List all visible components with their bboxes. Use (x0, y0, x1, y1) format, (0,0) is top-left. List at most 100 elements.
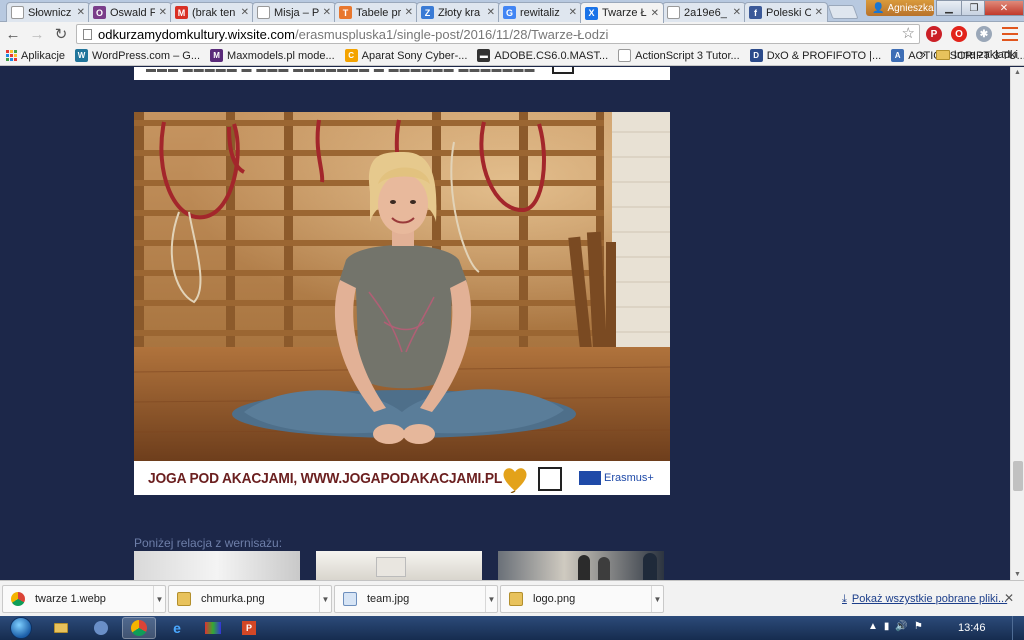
page-icon (83, 28, 92, 40)
taskbar-explorer[interactable] (44, 617, 78, 639)
tab-label: Twarze Ł (602, 7, 647, 19)
image-caption-bar: JOGA POD AKACJAMI, WWW.JOGAPODAKACJAMI.P… (134, 461, 670, 495)
tab-favicon-icon: O (93, 6, 106, 19)
gallery-thumbnail[interactable] (316, 551, 482, 580)
bookmark-item[interactable]: C Aparat Sony Cyber-... (344, 49, 467, 62)
new-tab-button[interactable] (827, 5, 859, 19)
download-menu-icon[interactable]: ▼ (651, 586, 663, 612)
browser-tab[interactable]: X Twarze Ł ✕ (580, 2, 664, 23)
scroll-up-icon[interactable]: ▲ (1014, 69, 1021, 76)
download-item[interactable]: twarze 1.webp ▼ (2, 585, 166, 613)
tab-close-icon[interactable]: ✕ (241, 7, 249, 18)
bookmark-item[interactable]: ActionScript 3 Tutor... (618, 49, 740, 62)
show-all-downloads-link[interactable]: ⤓ Pokaż wszystkie pobrane pliki... (842, 593, 1007, 606)
download-menu-icon[interactable]: ▼ (485, 586, 497, 612)
minimize-button[interactable]: ▁ (936, 0, 962, 16)
download-item[interactable]: team.jpg ▼ (334, 585, 498, 613)
back-button[interactable]: ← (2, 23, 24, 45)
browser-tab[interactable]: f Poleski O ✕ (744, 2, 828, 22)
browser-tab[interactable]: Słownicz ✕ (6, 2, 90, 22)
bookmarks-overflow-button[interactable]: » (920, 49, 926, 61)
profile-button[interactable]: 👤 Agnieszka (866, 0, 934, 16)
bookmark-label: Inne zakładki (953, 49, 1018, 61)
tab-favicon-icon: M (175, 6, 188, 19)
tray-expand-icon[interactable]: ▲ (868, 621, 878, 632)
folder-icon (935, 50, 950, 60)
scroll-down-icon[interactable]: ▼ (1014, 571, 1021, 578)
folder-icon (54, 623, 68, 633)
page-scrollbar[interactable]: ▲ ▼ (1010, 67, 1024, 580)
bookmarks-bar: Aplikacje W WordPress.com – G... M Maxmodel… (0, 46, 1024, 66)
browser-tab[interactable]: 2a19e6_ ✕ (662, 2, 746, 22)
download-item[interactable]: logo.png ▼ (500, 585, 664, 613)
bookmark-favicon-icon: A (891, 49, 905, 62)
tab-close-icon[interactable]: ✕ (405, 7, 413, 18)
section-intro-text: Poniżej relacja z wernisażu: (134, 536, 283, 550)
internet-explorer-icon: e (173, 620, 181, 636)
bookmark-label: Maxmodels.pl mode... (227, 49, 335, 62)
bookmark-item[interactable]: D DxO & PROFIFOTO |... (749, 49, 881, 62)
bookmark-item[interactable]: M Maxmodels.pl mode... (210, 49, 335, 62)
tab-close-icon[interactable]: ✕ (569, 7, 577, 18)
close-shelf-button[interactable]: ✕ (1004, 591, 1014, 605)
taskbar-ie[interactable]: e (160, 617, 194, 639)
yoga-photo[interactable] (134, 112, 670, 461)
bookmark-label: ActionScript 3 Tutor... (635, 49, 740, 62)
tab-favicon-icon: f (749, 6, 762, 19)
address-bar[interactable]: odkurzamydomkultury.wixsite.com/erasmusp… (76, 24, 920, 44)
image-caption: JOGA POD AKACJAMI, WWW.JOGAPODAKACJAMI.P… (148, 469, 503, 487)
flag-icon[interactable]: ⚑ (914, 621, 923, 632)
tab-close-icon[interactable]: ✕ (651, 8, 659, 19)
tab-close-icon[interactable]: ✕ (733, 7, 741, 18)
tab-close-icon[interactable]: ✕ (323, 7, 331, 18)
bookmark-item[interactable]: ▬ ADOBE.CS6.0.MAST... (477, 49, 608, 62)
start-button[interactable] (6, 616, 36, 640)
bookmark-favicon-icon (618, 49, 632, 62)
opera-icon[interactable]: O (951, 26, 967, 42)
download-item[interactable]: chmurka.png ▼ (168, 585, 332, 613)
volume-icon[interactable]: 🔊 (895, 621, 907, 632)
taskbar-media[interactable] (196, 617, 230, 639)
browser-tab[interactable]: T Tabele pr ✕ (334, 2, 418, 22)
tab-close-icon[interactable]: ✕ (77, 7, 85, 18)
gallery-thumbnail[interactable] (498, 551, 664, 580)
previous-image-caption: ▬▬▬ ▬▬▬▬▬ ▬ ▬▬▬ ▬▬▬▬▬▬▬ ▬ ▬▬▬▬▬▬ ▬▬▬▬▬▬▬ (134, 67, 670, 80)
browser-tab[interactable]: O Oswald F ✕ (88, 2, 172, 22)
taskbar-clock[interactable]: 13:46 (958, 622, 986, 634)
scrollbar-thumb[interactable] (1013, 461, 1023, 491)
partner-logo-icon (538, 467, 562, 491)
reload-button[interactable]: ↻ (50, 23, 72, 45)
battery-icon[interactable]: ▮ (884, 621, 890, 632)
chrome-menu-button[interactable] (1002, 27, 1018, 41)
tab-close-icon[interactable]: ✕ (487, 7, 495, 18)
download-menu-icon[interactable]: ▼ (153, 586, 165, 612)
tab-label: Złoty kra (438, 6, 481, 19)
download-menu-icon[interactable]: ▼ (319, 586, 331, 612)
forward-button[interactable]: → (26, 23, 48, 45)
tab-label: (brak ten (192, 6, 236, 19)
pinterest-icon[interactable]: P (926, 26, 942, 42)
taskbar-powerpoint[interactable]: P (232, 617, 266, 639)
bookmark-star-icon[interactable]: ☆ (902, 25, 915, 43)
browser-tab[interactable]: Z Złoty kra ✕ (416, 2, 500, 22)
taskbar-app[interactable] (84, 617, 118, 639)
taskbar-chrome[interactable] (122, 617, 156, 639)
browser-tab[interactable]: M (brak ten ✕ (170, 2, 254, 22)
bookmark-favicon-icon: M (210, 49, 224, 62)
browser-tab[interactable]: Grewitaliz ✕ (498, 2, 582, 22)
system-tray[interactable]: ▲ ▮ 🔊 ⚑ (868, 621, 923, 632)
gallery-thumbnail[interactable] (134, 551, 300, 580)
tab-close-icon[interactable]: ✕ (159, 7, 167, 18)
extension-icon[interactable]: ✱ (976, 26, 992, 42)
other-bookmarks-folder[interactable]: Inne zakładki (935, 49, 1018, 61)
window-close-button[interactable]: ✕ (984, 0, 1024, 16)
bookmark-item[interactable]: W WordPress.com – G... (75, 49, 200, 62)
download-shelf: twarze 1.webp ▼ chmurka.png ▼ team.jpg ▼ logo.… (0, 580, 1024, 616)
page-viewport[interactable]: ▬▬▬ ▬▬▬▬▬ ▬ ▬▬▬ ▬▬▬▬▬▬▬ ▬ ▬▬▬▬▬▬ ▬▬▬▬▬▬▬ (0, 67, 1010, 580)
tab-close-icon[interactable]: ✕ (815, 7, 823, 18)
show-desktop-button[interactable] (1012, 616, 1024, 640)
bookmark-apps[interactable]: Aplikacje (6, 50, 65, 62)
tab-favicon-icon (257, 6, 270, 19)
browser-tab[interactable]: Misja – P ✕ (252, 2, 336, 22)
arrow-right-icon: → (29, 25, 45, 43)
